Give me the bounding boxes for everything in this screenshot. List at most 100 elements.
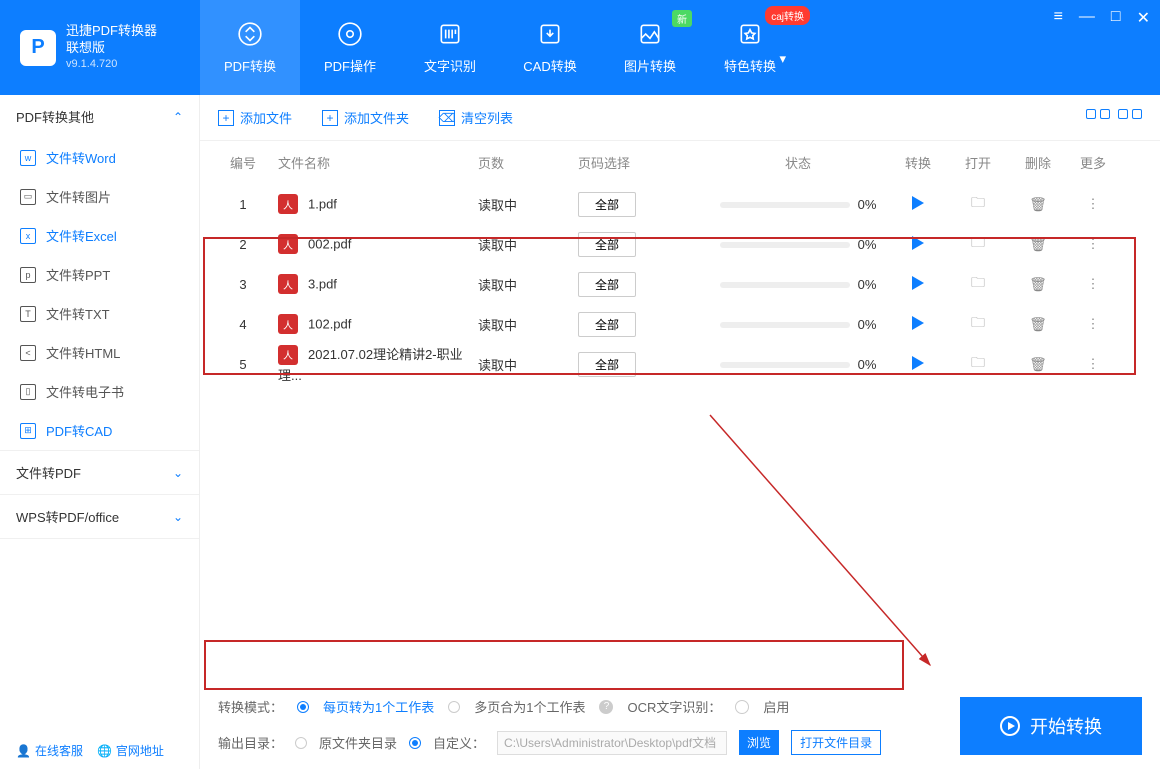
sidebar-group-header[interactable]: PDF转换其他 ⌃ bbox=[0, 95, 199, 138]
table-row[interactable]: 4 人102.pdf 读取中 全部 0% 🗀 🗑 ⋮ bbox=[200, 304, 1160, 344]
sidebar-group-header[interactable]: 文件转PDF ⌄ bbox=[0, 451, 199, 494]
row-convert bbox=[888, 356, 948, 373]
mode-opt1[interactable]: 每页转为1个工作表 bbox=[323, 697, 434, 716]
website-link[interactable]: 🌐官网地址 bbox=[97, 742, 164, 759]
row-delete: 🗑 bbox=[1008, 276, 1068, 293]
radio-custom-dir[interactable] bbox=[409, 737, 421, 749]
tab-cad[interactable]: CAD转换 bbox=[500, 0, 600, 95]
minimize-button[interactable]: — bbox=[1079, 8, 1095, 28]
start-convert-button[interactable]: 开始转换 bbox=[960, 697, 1142, 755]
row-num: 2 bbox=[218, 237, 268, 252]
help-icon[interactable]: ? bbox=[599, 700, 613, 714]
play-icon[interactable] bbox=[912, 236, 924, 250]
table-row[interactable]: 1 人1.pdf 读取中 全部 0% 🗀 🗑 ⋮ bbox=[200, 184, 1160, 224]
close-button[interactable]: ✕ bbox=[1137, 8, 1150, 28]
website-label: 官网地址 bbox=[116, 742, 164, 759]
sidebar-item-label: 文件转TXT bbox=[46, 304, 110, 323]
trash-icon[interactable]: 🗑 bbox=[1029, 316, 1047, 332]
folder-icon[interactable]: 🗀 bbox=[971, 274, 985, 290]
ocr-checkbox[interactable] bbox=[735, 700, 749, 714]
more-icon[interactable]: ⋮ bbox=[1087, 236, 1100, 251]
more-icon[interactable]: ⋮ bbox=[1087, 276, 1100, 291]
trash-icon[interactable]: 🗑 bbox=[1029, 196, 1047, 212]
page-select-button[interactable]: 全部 bbox=[578, 232, 636, 257]
row-num: 3 bbox=[218, 277, 268, 292]
radio-merge[interactable] bbox=[448, 701, 460, 713]
page-select-button[interactable]: 全部 bbox=[578, 192, 636, 217]
sidebar-item-label: 文件转PPT bbox=[46, 265, 110, 284]
row-name: 人3.pdf bbox=[268, 274, 478, 294]
more-icon[interactable]: ⋮ bbox=[1087, 196, 1100, 211]
folder-icon[interactable]: 🗀 bbox=[971, 314, 985, 330]
tab-ocr[interactable]: 文字识别 bbox=[400, 0, 500, 95]
page-select-button[interactable]: 全部 bbox=[578, 272, 636, 297]
table-row[interactable]: 3 人3.pdf 读取中 全部 0% 🗀 🗑 ⋮ bbox=[200, 264, 1160, 304]
more-icon[interactable]: ⋮ bbox=[1087, 316, 1100, 331]
more-icon[interactable]: ⋮ bbox=[1087, 356, 1100, 371]
support-link[interactable]: 👤在线客服 bbox=[16, 742, 83, 759]
radio-same-dir[interactable] bbox=[295, 737, 307, 749]
clear-list-button[interactable]: ⌫清空列表 bbox=[439, 108, 513, 127]
row-num: 5 bbox=[218, 357, 268, 372]
grid-icon bbox=[1118, 109, 1128, 119]
mode-opt2[interactable]: 多页合为1个工作表 bbox=[474, 697, 585, 716]
trash-icon: ⌫ bbox=[439, 110, 455, 126]
open-dir-button[interactable]: 打开文件目录 bbox=[791, 730, 881, 755]
folder-icon[interactable]: 🗀 bbox=[971, 234, 985, 250]
ocr-enable[interactable]: 启用 bbox=[763, 697, 789, 716]
play-icon[interactable] bbox=[912, 356, 924, 370]
menu-icon[interactable]: ≡ bbox=[1054, 8, 1063, 28]
row-status: 0% bbox=[708, 357, 888, 372]
browse-button[interactable]: 浏览 bbox=[739, 730, 779, 755]
sidebar-group-header[interactable]: WPS转PDF/office ⌄ bbox=[0, 495, 199, 538]
folder-icon[interactable]: 🗀 bbox=[971, 194, 985, 210]
tab-label: PDF操作 bbox=[324, 56, 376, 75]
radio-per-page[interactable] bbox=[297, 701, 309, 713]
chevron-down-icon: ⌄ bbox=[173, 466, 183, 480]
row-delete: 🗑 bbox=[1008, 196, 1068, 213]
add-file-button[interactable]: +添加文件 bbox=[218, 108, 292, 127]
trash-icon[interactable]: 🗑 bbox=[1029, 356, 1047, 372]
sidebar-item-to-txt[interactable]: T文件转TXT bbox=[0, 294, 199, 333]
sidebar-group-pdf-to-other: PDF转换其他 ⌃ w文件转Word ▭文件转图片 x文件转Excel p文件转… bbox=[0, 95, 199, 451]
view-toggle[interactable] bbox=[1086, 109, 1142, 127]
play-icon[interactable] bbox=[912, 276, 924, 290]
main-area: PDF转换其他 ⌃ w文件转Word ▭文件转图片 x文件转Excel p文件转… bbox=[0, 95, 1160, 769]
progress-bar bbox=[720, 362, 850, 368]
header-pages: 页数 bbox=[478, 153, 578, 172]
mode-label: 转换模式： bbox=[218, 697, 283, 716]
sidebar-item-to-excel[interactable]: x文件转Excel bbox=[0, 216, 199, 255]
table-row[interactable]: 5 人2021.07.02理论精讲2-职业理... 读取中 全部 0% 🗀 🗑 … bbox=[200, 344, 1160, 384]
table-row[interactable]: 2 人002.pdf 读取中 全部 0% 🗀 🗑 ⋮ bbox=[200, 224, 1160, 264]
play-icon[interactable] bbox=[912, 316, 924, 330]
row-convert bbox=[888, 196, 948, 213]
add-folder-button[interactable]: +添加文件夹 bbox=[322, 108, 409, 127]
sidebar-item-to-ebook[interactable]: ▯文件转电子书 bbox=[0, 372, 199, 411]
page-select-button[interactable]: 全部 bbox=[578, 352, 636, 377]
output-opt1[interactable]: 原文件夹目录 bbox=[319, 733, 397, 752]
support-label: 在线客服 bbox=[35, 742, 83, 759]
tab-pdf-ops[interactable]: PDF操作 bbox=[300, 0, 400, 95]
output-opt2[interactable]: 自定义： bbox=[433, 733, 485, 752]
tab-image[interactable]: 新 图片转换 bbox=[600, 0, 700, 95]
row-status: 0% bbox=[708, 237, 888, 252]
sidebar-item-to-ppt[interactable]: p文件转PPT bbox=[0, 255, 199, 294]
sidebar-item-to-html[interactable]: <文件转HTML bbox=[0, 333, 199, 372]
row-select: 全部 bbox=[578, 272, 708, 297]
tab-pdf-convert[interactable]: PDF转换 bbox=[200, 0, 300, 95]
sidebar-item-to-word[interactable]: w文件转Word bbox=[0, 138, 199, 177]
progress-bar bbox=[720, 282, 850, 288]
page-select-button[interactable]: 全部 bbox=[578, 312, 636, 337]
pdf-icon: 人 bbox=[278, 314, 298, 334]
folder-icon[interactable]: 🗀 bbox=[971, 354, 985, 370]
sidebar-item-to-cad[interactable]: ⊞PDF转CAD bbox=[0, 411, 199, 450]
tab-special[interactable]: caj转换 特色转换 ▾ bbox=[700, 0, 800, 95]
tab-label: 特色转换 bbox=[724, 56, 776, 75]
play-icon[interactable] bbox=[912, 196, 924, 210]
trash-icon[interactable]: 🗑 bbox=[1029, 276, 1047, 292]
image-icon: ▭ bbox=[20, 189, 36, 205]
maximize-button[interactable]: □ bbox=[1111, 8, 1121, 28]
trash-icon[interactable]: 🗑 bbox=[1029, 236, 1047, 252]
sidebar-item-to-image[interactable]: ▭文件转图片 bbox=[0, 177, 199, 216]
output-path-input[interactable] bbox=[497, 731, 727, 755]
